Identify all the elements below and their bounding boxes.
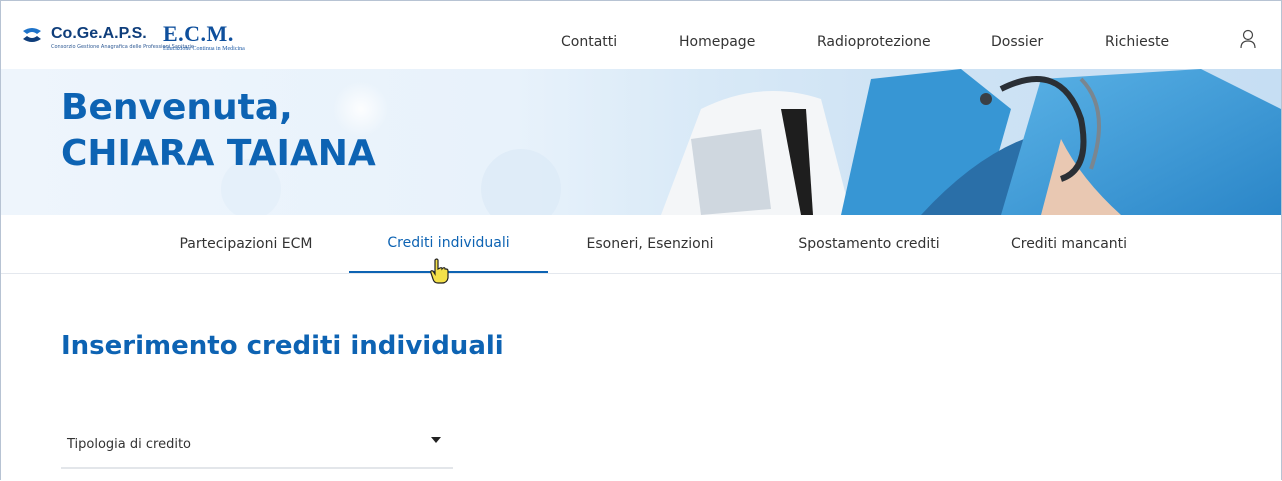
user-name: CHIARA TAIANA [61, 133, 376, 174]
select-label: Tipologia di credito [67, 437, 192, 452]
page-frame: Co.Ge.A.P.S. Consorzio Gestione Anagrafi… [0, 0, 1282, 480]
ecm-title: E.C.M. [163, 21, 234, 46]
top-navbar: Co.Ge.A.P.S. Consorzio Gestione Anagrafi… [1, 1, 1281, 70]
tab-partecipazioni-ecm[interactable]: Partecipazioni ECM [153, 215, 339, 273]
nav-dossier[interactable]: Dossier [991, 34, 1043, 50]
tab-spostamento-crediti[interactable]: Spostamento crediti [771, 215, 967, 273]
credit-type-select[interactable]: Tipologia di credito [61, 427, 453, 469]
hero-banner: Benvenuta, CHIARA TAIANA [1, 69, 1281, 215]
ecm-subtitle: Educazione Continua in Medicina [163, 46, 245, 52]
welcome-greeting: Benvenuta, CHIARA TAIANA [61, 85, 376, 177]
greeting-line-1: Benvenuta, [61, 87, 293, 128]
tab-esoneri-esenzioni[interactable]: Esoneri, Esenzioni [565, 215, 735, 273]
page-title: Inserimento crediti individuali [61, 331, 504, 361]
hand-pointer-cursor-icon [430, 258, 449, 284]
section-tabs: Partecipazioni ECM Crediti individuali E… [1, 215, 1281, 274]
user-icon[interactable] [1239, 29, 1257, 49]
caret-down-icon [431, 437, 441, 443]
brand-name: Co.Ge.A.P.S. [51, 25, 147, 42]
nav-richieste[interactable]: Richieste [1105, 34, 1169, 50]
cogeaps-logo-icon [23, 28, 41, 42]
nav-homepage[interactable]: Homepage [679, 34, 755, 50]
ecm-logo[interactable]: E.C.M. Educazione Continua in Medicina [163, 21, 245, 53]
nav-radioprotezione[interactable]: Radioprotezione [817, 34, 931, 50]
tab-crediti-mancanti[interactable]: Crediti mancanti [993, 215, 1145, 273]
nav-contatti[interactable]: Contatti [561, 34, 617, 50]
